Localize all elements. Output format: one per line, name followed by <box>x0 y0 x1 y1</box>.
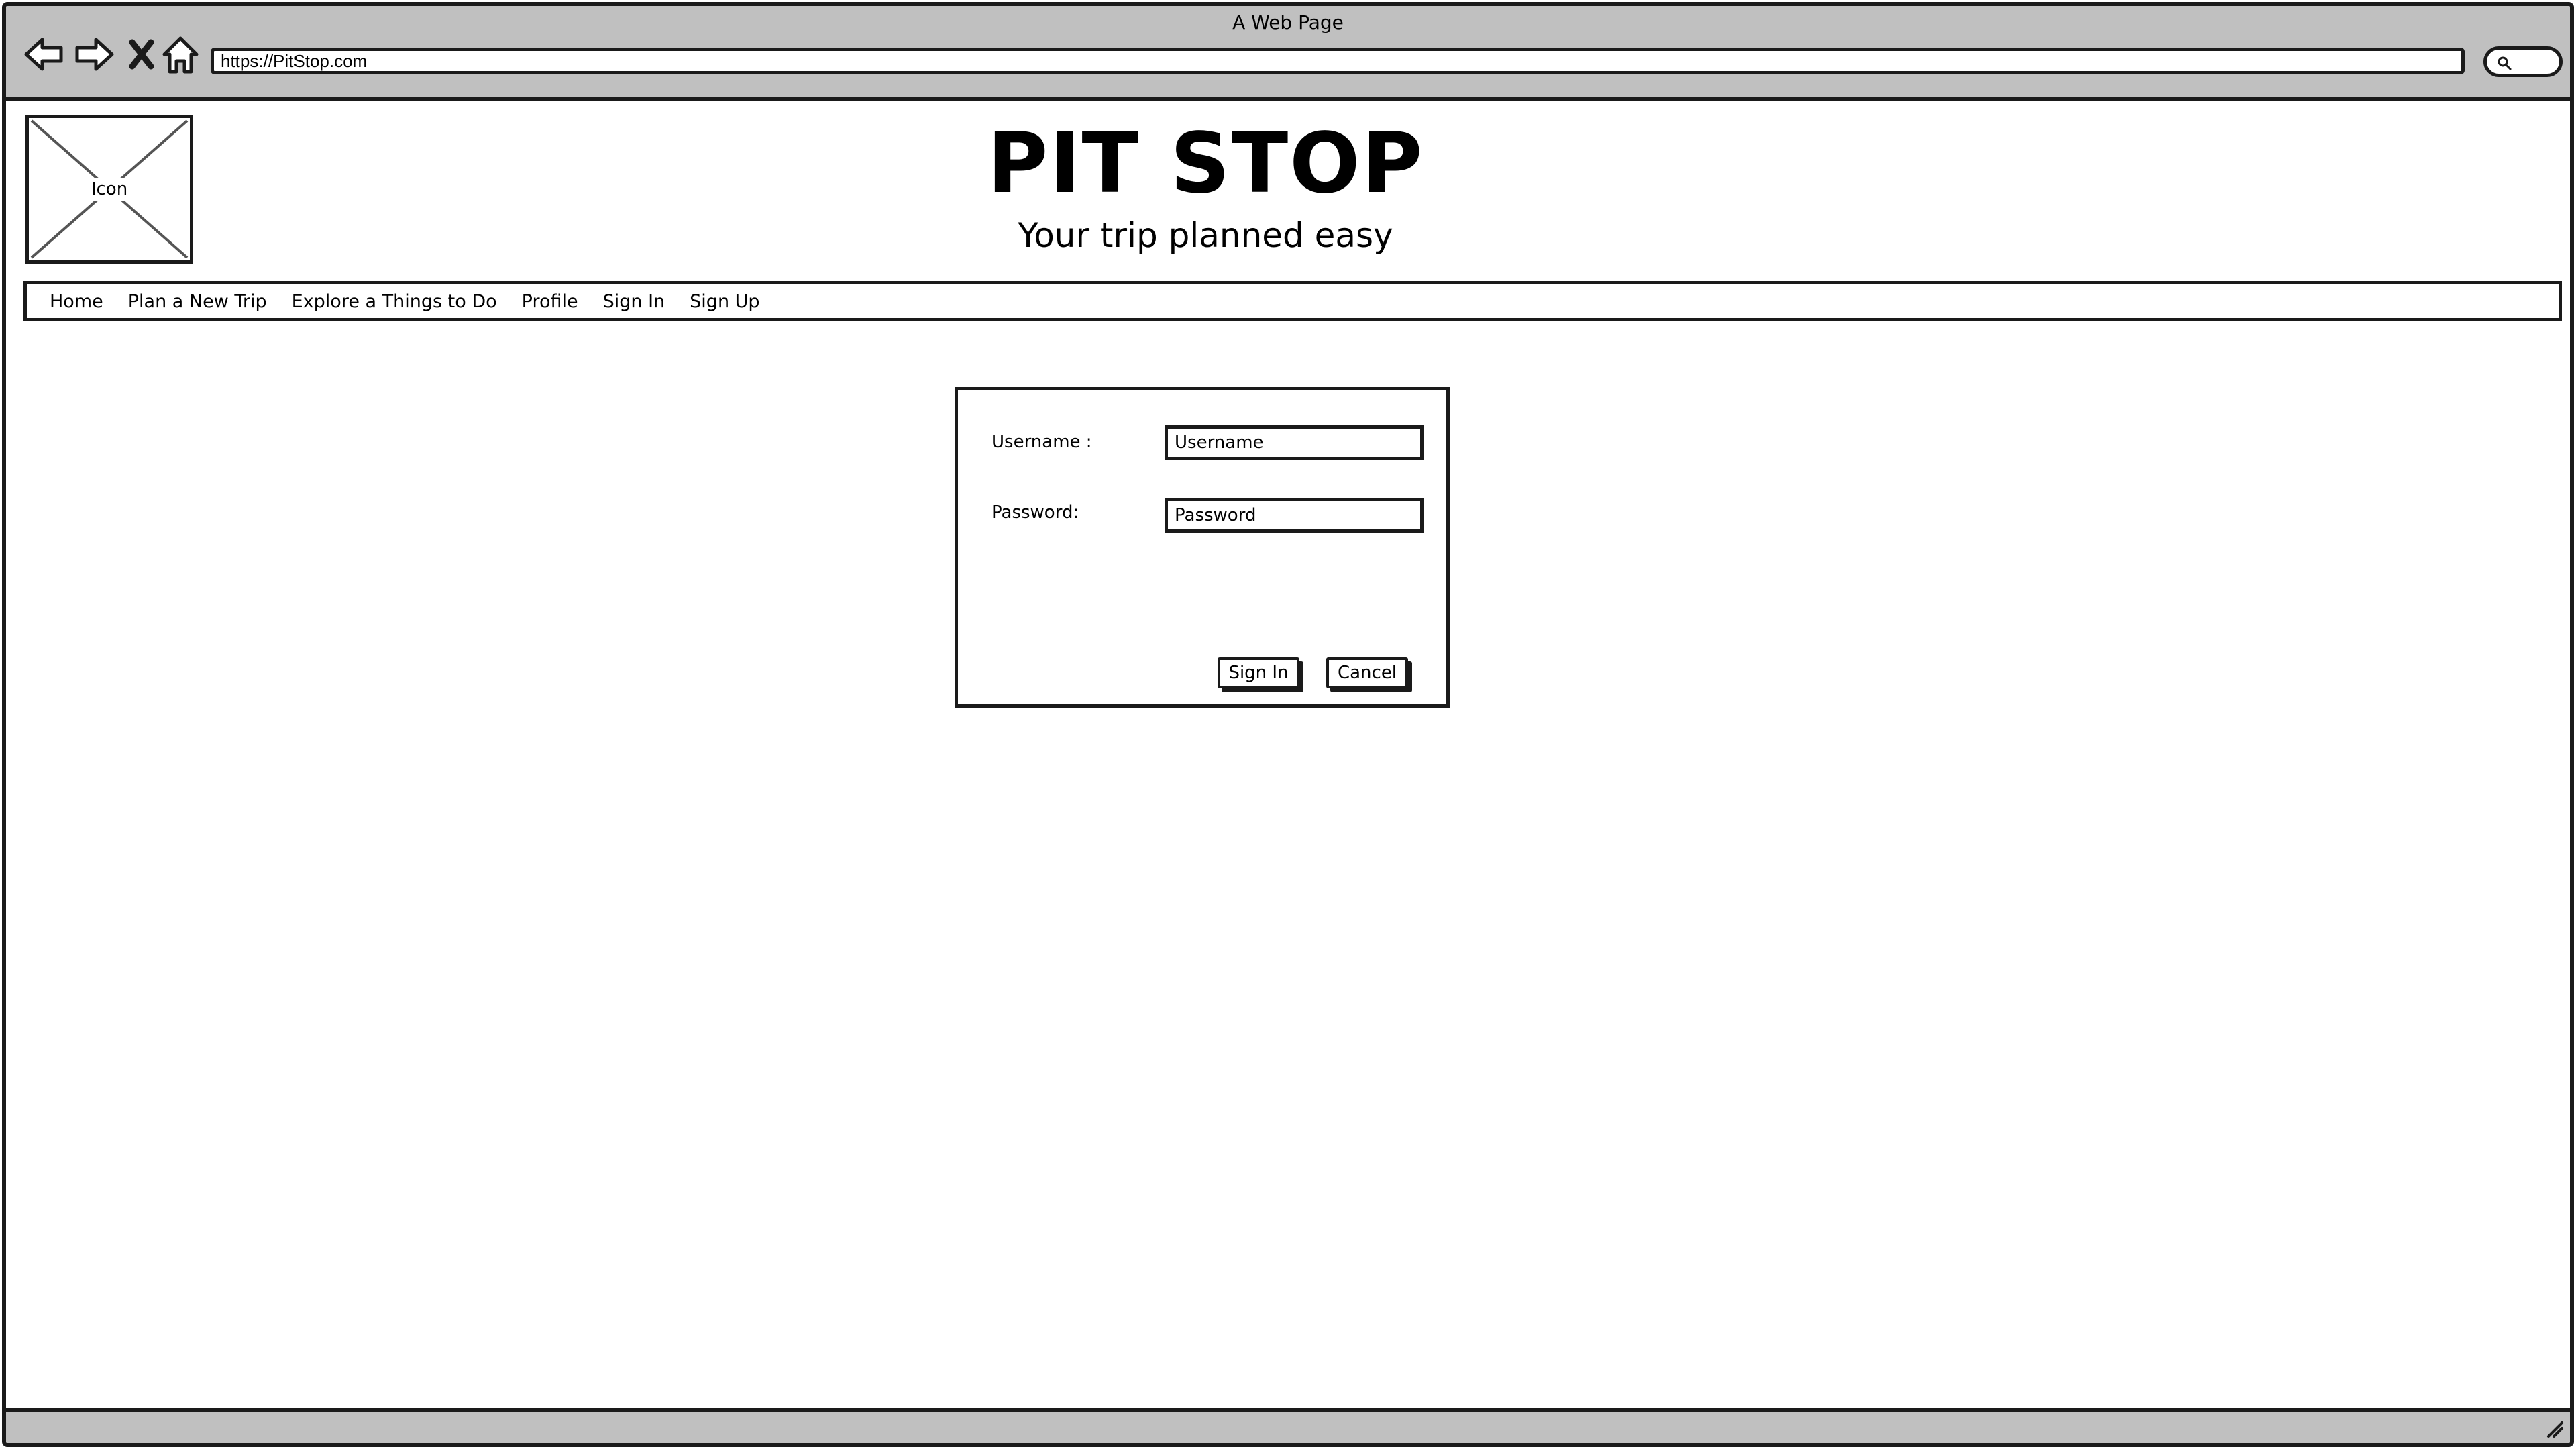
password-input[interactable] <box>1165 498 1424 533</box>
search-button[interactable] <box>2483 46 2563 77</box>
nav-item-sign-in[interactable]: Sign In <box>603 291 665 312</box>
nav-item-home[interactable]: Home <box>50 291 103 312</box>
nav-item-sign-up[interactable]: Sign Up <box>690 291 759 312</box>
password-label: Password: <box>991 502 1079 523</box>
home-icon[interactable] <box>159 33 202 76</box>
nav-item-plan-trip[interactable]: Plan a New Trip <box>128 291 267 312</box>
username-input[interactable] <box>1165 425 1424 460</box>
sign-in-button[interactable]: Sign In <box>1218 657 1299 688</box>
browser-toolbar: A Web Page https://PitStop.com <box>6 6 2570 101</box>
site-title: PIT STOP <box>987 115 1424 212</box>
username-label: Username : <box>991 432 1092 452</box>
browser-window: A Web Page https://PitStop.com Icon PIT … <box>2 2 2574 1447</box>
window-title: A Web Page <box>1232 11 1344 34</box>
nav-item-profile[interactable]: Profile <box>522 291 578 312</box>
search-icon <box>2498 56 2512 70</box>
cancel-button[interactable]: Cancel <box>1326 657 1408 688</box>
close-icon[interactable] <box>124 33 159 76</box>
back-arrow-icon[interactable] <box>22 33 65 76</box>
site-subtitle: Your trip planned easy <box>1018 216 1393 255</box>
nav-bar: Home Plan a New Trip Explore a Things to… <box>23 281 2562 321</box>
login-form: Username : Password: Sign In Cancel <box>955 387 1450 708</box>
nav-item-explore[interactable]: Explore a Things to Do <box>292 291 497 312</box>
resize-grip-icon[interactable] <box>2544 1419 2565 1439</box>
url-bar[interactable]: https://PitStop.com <box>211 48 2465 74</box>
forward-arrow-icon[interactable] <box>73 33 116 76</box>
status-bar <box>6 1408 2570 1443</box>
